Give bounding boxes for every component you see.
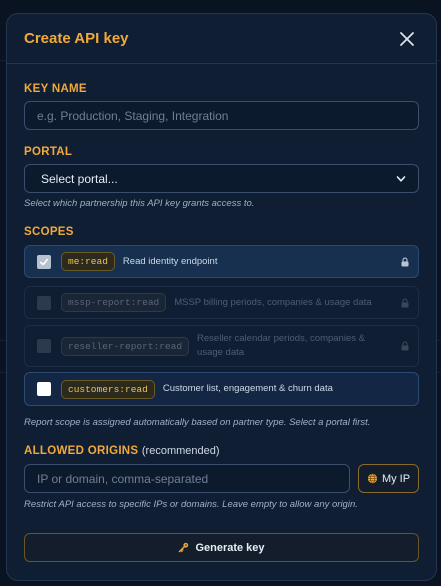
scope-item-me-read[interactable]: me:read Read identity endpoint: [24, 245, 419, 278]
scope-code-chip: customers:read: [61, 379, 155, 399]
allowed-origins-input[interactable]: IP or domain, comma-separated: [24, 464, 350, 493]
portal-select[interactable]: Select portal...: [24, 164, 419, 193]
scope-description: Reseller calendar periods, companies & u…: [197, 333, 365, 358]
modal-header: Create API key: [7, 14, 436, 64]
close-button[interactable]: [396, 28, 418, 50]
scopes-label: SCOPES: [24, 226, 74, 238]
globe-icon: [367, 473, 378, 484]
lock-icon: [401, 257, 409, 266]
generate-key-button[interactable]: Generate key: [24, 533, 419, 562]
allowed-origins-suffix: (recommended): [141, 445, 220, 457]
my-ip-button[interactable]: My IP: [358, 464, 419, 493]
scope-checkbox[interactable]: [37, 382, 51, 396]
key-name-placeholder: e.g. Production, Staging, Integration: [37, 108, 229, 123]
key-name-label: KEY NAME: [24, 83, 87, 95]
lock-icon: [401, 298, 409, 307]
portal-selected-value: Select portal...: [41, 171, 118, 186]
scopes-hint: Report scope is assigned automatically b…: [24, 417, 371, 428]
my-ip-label: My IP: [381, 472, 411, 485]
close-icon: [400, 31, 414, 46]
scope-item-mssp-report-read: mssp-report:read MSSP billing periods, c…: [24, 286, 419, 319]
scope-description: Customer list, engagement & churn data: [162, 383, 333, 394]
create-api-key-modal: Create API key KEY NAME e.g. Production,…: [6, 13, 437, 581]
allowed-origins-placeholder: IP or domain, comma-separated: [37, 471, 209, 486]
check-icon: [39, 258, 49, 265]
allowed-origins-label: ALLOWED ORIGINS (recommended): [24, 445, 220, 457]
scope-code-chip: me:read: [61, 252, 115, 271]
key-icon: [179, 542, 189, 553]
scope-code-chip: reseller-report:read: [61, 336, 190, 356]
scope-item-reseller-report-read: reseller-report:read Reseller calendar p…: [24, 325, 419, 367]
scope-description: MSSP billing periods, companies & usage …: [174, 296, 372, 308]
scope-code-chip: mssp-report:read: [61, 293, 167, 312]
portal-label: PORTAL: [24, 146, 73, 158]
generate-key-label: Generate key: [195, 541, 265, 554]
lock-icon: [401, 341, 409, 351]
portal-hint: Select which partnership this API key gr…: [24, 198, 255, 209]
scope-description: Read identity endpoint: [122, 255, 218, 267]
modal-title: Create API key: [24, 30, 129, 47]
chevron-down-icon: [396, 175, 406, 182]
allowed-origins-hint: Restrict API access to specific IPs or d…: [24, 499, 358, 510]
allowed-origins-title: ALLOWED ORIGINS: [24, 445, 139, 457]
scope-checkbox[interactable]: [37, 254, 51, 269]
scope-checkbox: [37, 339, 51, 353]
scope-checkbox: [37, 295, 51, 310]
key-name-input[interactable]: e.g. Production, Staging, Integration: [24, 101, 419, 130]
scope-item-customers-read[interactable]: customers:read Customer list, engagement…: [24, 372, 419, 406]
